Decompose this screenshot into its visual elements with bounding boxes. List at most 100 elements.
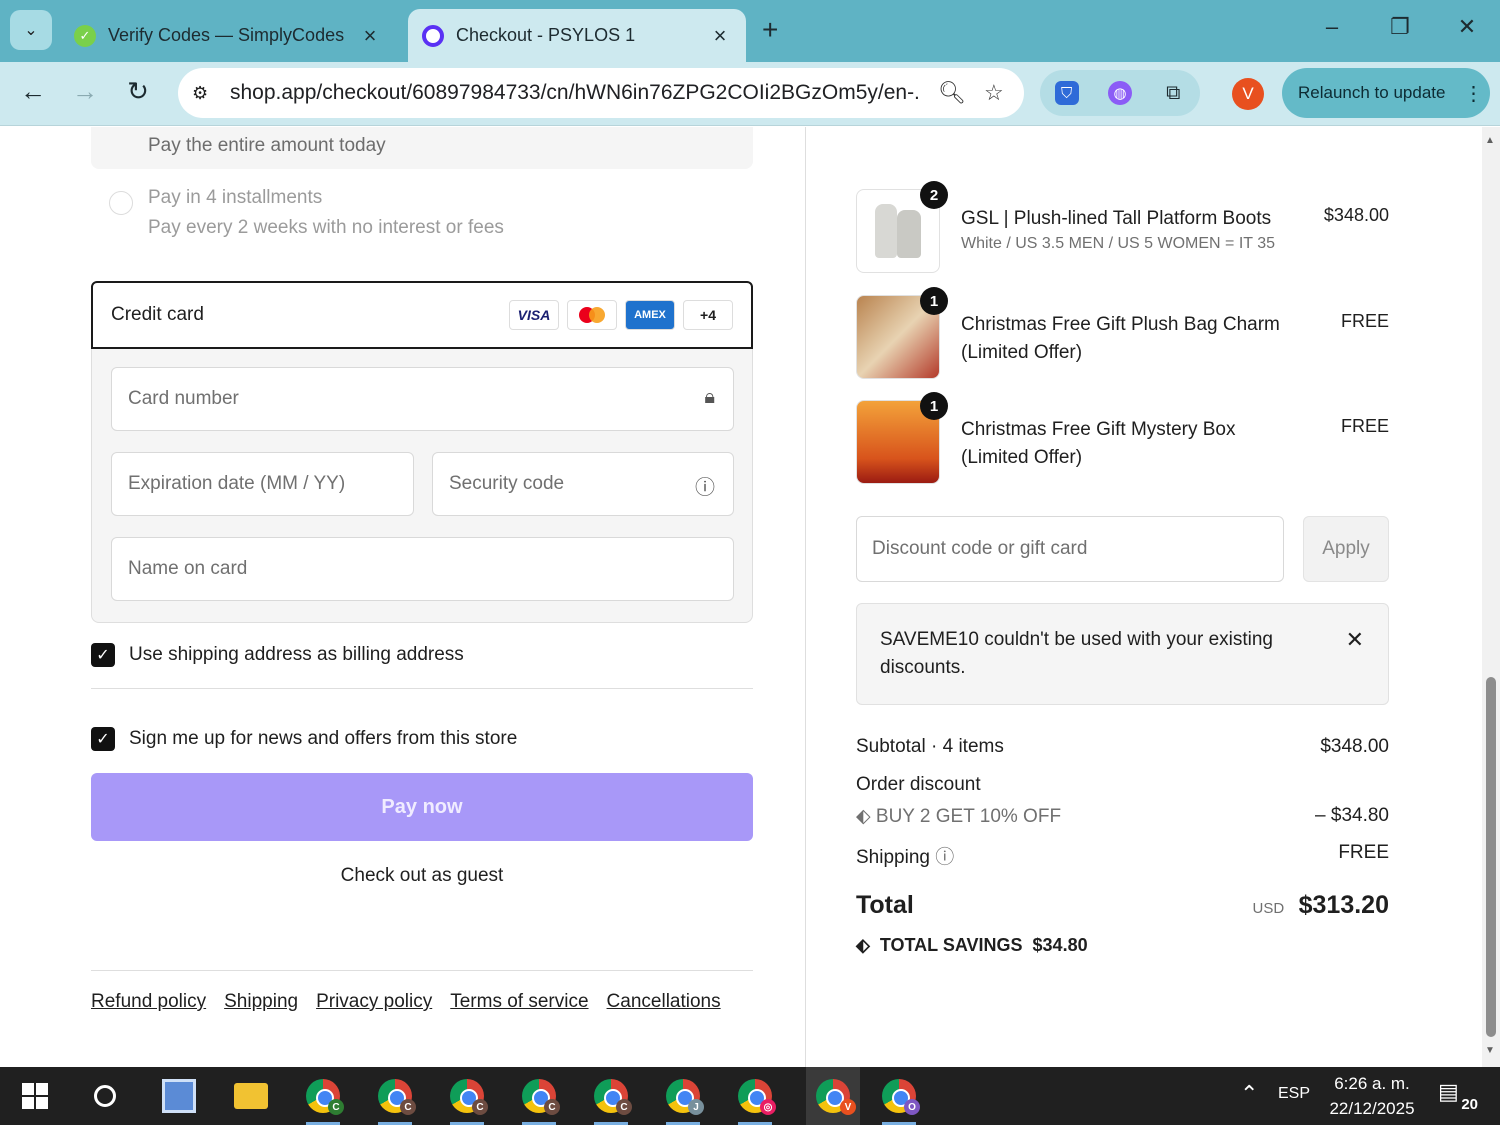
chrome-taskbar-icon[interactable]: C: [590, 1075, 632, 1125]
help-circle-icon[interactable]: ⓘ: [695, 471, 715, 500]
visa-logo-icon: VISA: [509, 300, 559, 330]
profile-avatar[interactable]: V: [1232, 78, 1264, 110]
order-discount-row: Order discount: [856, 774, 1389, 796]
extensions-group: ⛉ ◍ ⧉: [1040, 70, 1200, 116]
subtotal-value: $348.00: [1320, 736, 1389, 757]
installments-title: Pay in 4 installments: [148, 187, 323, 208]
chrome-taskbar-icon[interactable]: C: [302, 1075, 344, 1125]
reload-icon[interactable]: ↻: [118, 76, 158, 107]
clock-time: 6:26 a. m.: [1334, 1074, 1410, 1093]
relaunch-button[interactable]: Relaunch to update ⋮: [1282, 68, 1490, 118]
subtotal-label: Subtotal · 4 items: [856, 736, 1004, 757]
name-on-card-field[interactable]: Name on card: [111, 537, 734, 601]
cancellations-link[interactable]: Cancellations: [607, 991, 721, 1013]
billing-address-checkbox-row[interactable]: ✓ Use shipping address as billing addres…: [91, 643, 464, 667]
notifications-icon[interactable]: ▤ 20: [1438, 1079, 1478, 1115]
new-tab-plus-icon[interactable]: +: [762, 14, 778, 46]
windows-start-icon[interactable]: [14, 1075, 56, 1117]
privacy-policy-link[interactable]: Privacy policy: [316, 991, 432, 1013]
item-name: GSL | Plush-lined Tall Platform Boots: [961, 208, 1272, 229]
forward-arrow-icon[interactable]: →: [65, 76, 105, 107]
scroll-down-icon[interactable]: ▼: [1485, 1045, 1495, 1056]
close-icon[interactable]: ×: [708, 23, 732, 49]
security-code-field[interactable]: Security code ⓘ: [432, 452, 734, 516]
chrome-taskbar-icon[interactable]: C: [518, 1075, 560, 1125]
back-arrow-icon[interactable]: ←: [13, 76, 53, 107]
mastercard-logo-icon: [567, 300, 617, 330]
item-name: Christmas Free Gift Plush Bag Charm (Lim…: [961, 314, 1280, 363]
checkout-page: Pay the entire amount today Pay in 4 ins…: [0, 127, 1500, 1067]
tab-verify-codes[interactable]: ✓ Verify Codes — SimplyCodes ×: [60, 9, 396, 62]
more-menu-icon[interactable]: ⋮: [1463, 81, 1483, 106]
tag-icon: ⬖: [856, 935, 870, 955]
shield-extension-icon[interactable]: ⛉: [1054, 81, 1079, 105]
card-number-field[interactable]: Card number 🔒︎: [111, 367, 734, 431]
tray-chevron-up-icon[interactable]: ⌃: [1240, 1081, 1258, 1107]
clock[interactable]: 6:26 a. m. 22/12/2025: [1320, 1071, 1424, 1121]
tab-strip: ⌄ ✓ Verify Codes — SimplyCodes × Checkou…: [0, 0, 1500, 62]
divider: [91, 688, 753, 689]
chrome-taskbar-icon[interactable]: C: [446, 1075, 488, 1125]
card-number-placeholder: Card number: [128, 388, 239, 409]
tab-search-button[interactable]: ⌄: [10, 10, 52, 50]
refund-policy-link[interactable]: Refund policy: [91, 991, 206, 1013]
app-grid-icon[interactable]: [158, 1075, 200, 1117]
window-close-icon[interactable]: ✕: [1447, 14, 1487, 40]
quantity-badge: 1: [920, 287, 948, 315]
discount-error-text: SAVEME10 couldn't be used with your exis…: [880, 629, 1273, 678]
discount-code-input[interactable]: Discount code or gift card: [856, 516, 1284, 582]
chrome-taskbar-icon[interactable]: J: [662, 1075, 704, 1125]
newsletter-checkbox-row[interactable]: ✓ Sign me up for news and offers from th…: [91, 727, 517, 751]
chrome-taskbar-icon-active[interactable]: V: [806, 1067, 860, 1125]
restore-icon[interactable]: ❐: [1380, 14, 1420, 40]
pay-today-option[interactable]: Pay the entire amount today: [91, 127, 753, 169]
page-scrollbar[interactable]: ▲ ▼: [1482, 127, 1500, 1067]
chrome-taskbar-icon[interactable]: ◎: [734, 1075, 776, 1125]
divider: [91, 970, 753, 971]
apply-button[interactable]: Apply: [1303, 516, 1389, 582]
tab-title: Verify Codes — SimplyCodes: [108, 25, 345, 45]
discount-code-row: ⬖ BUY 2 GET 10% OFF – $34.80: [856, 805, 1389, 828]
site-info-icon[interactable]: ⚙: [192, 83, 230, 104]
checkbox-checked-icon[interactable]: ✓: [91, 727, 115, 751]
pay-now-button[interactable]: Pay now: [91, 773, 753, 841]
purple-extension-icon[interactable]: ◍: [1107, 81, 1132, 105]
credit-card-option[interactable]: Credit card VISA AMEX +4: [91, 281, 753, 349]
terms-of-service-link[interactable]: Terms of service: [450, 991, 588, 1013]
installments-radio[interactable]: [109, 191, 133, 215]
help-circle-icon[interactable]: ⓘ: [935, 847, 954, 868]
installments-option[interactable]: Pay in 4 installments Pay every 2 weeks …: [91, 187, 753, 247]
name-on-card-placeholder: Name on card: [128, 558, 248, 579]
puzzle-extensions-icon[interactable]: ⧉: [1161, 81, 1185, 105]
search-icon[interactable]: 🔍︎: [938, 80, 966, 106]
subtotal-row: Subtotal · 4 items $348.00: [856, 736, 1389, 758]
url-text[interactable]: shop.app/checkout/60897984733/cn/hWN6in7…: [230, 81, 920, 105]
close-icon[interactable]: ×: [358, 23, 382, 49]
shipping-label: Shipping: [856, 847, 930, 868]
close-icon[interactable]: ✕: [1346, 626, 1364, 654]
item-price: FREE: [1340, 416, 1389, 436]
order-discount-label: Order discount: [856, 774, 981, 795]
scroll-thumb[interactable]: [1486, 677, 1496, 1037]
order-summary: 2 GSL | Plush-lined Tall Platform Boots …: [806, 127, 1482, 1067]
billing-checkbox-label: Use shipping address as billing address: [129, 644, 464, 665]
chrome-taskbar-icon[interactable]: C: [374, 1075, 416, 1125]
total-label: Total: [856, 891, 914, 919]
discount-error-banner: SAVEME10 couldn't be used with your exis…: [856, 603, 1389, 705]
scroll-up-icon[interactable]: ▲: [1485, 135, 1495, 146]
browser-toolbar: ← → ↻ ⚙ shop.app/checkout/60897984733/cn…: [0, 62, 1500, 126]
expiration-date-field[interactable]: Expiration date (MM / YY): [111, 452, 414, 516]
search-circle-icon[interactable]: [84, 1075, 126, 1117]
savings-amount: $34.80: [1032, 935, 1088, 955]
check-out-as-guest-link[interactable]: Check out as guest: [91, 865, 753, 887]
tab-checkout[interactable]: Checkout - PSYLOS 1 ×: [408, 9, 746, 62]
total-amount: $313.20: [1298, 891, 1389, 919]
language-indicator[interactable]: ESP: [1278, 1085, 1310, 1103]
checkbox-checked-icon[interactable]: ✓: [91, 643, 115, 667]
file-explorer-icon[interactable]: [230, 1075, 272, 1117]
minimize-icon[interactable]: –: [1312, 14, 1352, 40]
chrome-taskbar-icon[interactable]: O: [878, 1075, 920, 1125]
address-bar[interactable]: ⚙ shop.app/checkout/60897984733/cn/hWN6i…: [178, 68, 1024, 118]
shipping-link[interactable]: Shipping: [224, 991, 298, 1013]
bookmark-star-icon[interactable]: ☆: [984, 80, 1004, 106]
